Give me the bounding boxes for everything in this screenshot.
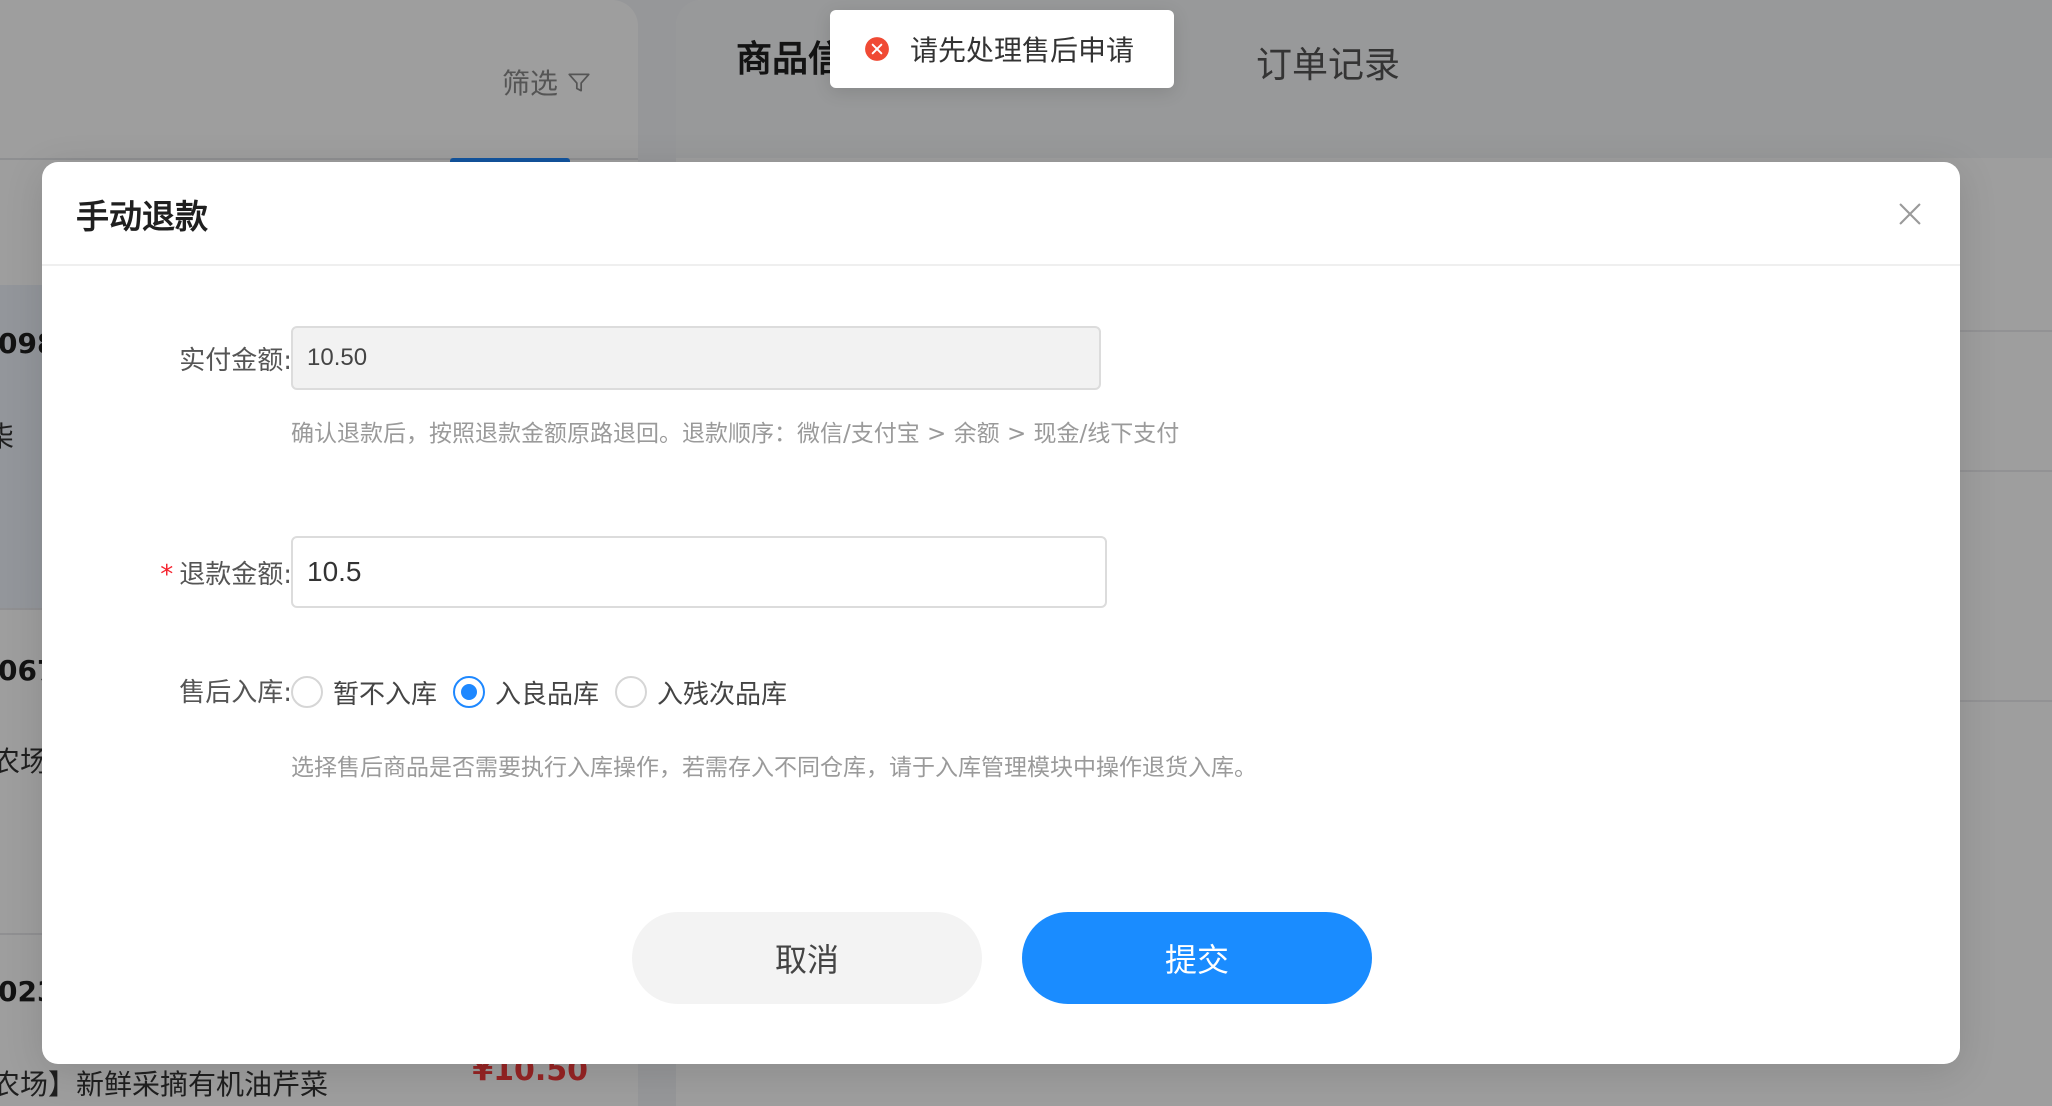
close-button[interactable]	[1894, 198, 1926, 230]
refund-amount-label-text: 退款金额:	[179, 560, 292, 590]
radio-label: 入残次品库	[657, 679, 788, 710]
radio-defective-stock[interactable]: 入残次品库	[615, 674, 787, 711]
radio-label: 暂不入库	[333, 679, 438, 710]
after-sale-stock-label: 售后入库:	[179, 678, 292, 708]
cancel-button[interactable]: 取消	[632, 912, 982, 1004]
after-sale-stock-hint: 选择售后商品是否需要执行入库操作，若需存入不同仓库，请于入库管理模块中操作退货入…	[291, 755, 1257, 781]
error-toast: 请先处理售后申请	[830, 10, 1174, 88]
close-icon	[1899, 203, 1921, 225]
app-screen: 筛选 098 柒 0678 农场】 0235 农场】新鲜采摘有机油芹菜 ¥10.…	[0, 0, 2052, 1106]
required-mark: *	[160, 560, 174, 590]
after-sale-stock-radio-group: 暂不入库 入良品库 入残次品库	[291, 672, 803, 712]
manual-refund-dialog: 手动退款 实付金额: 10.50 确认退款后，按照退款金额原路退回。退款顺序：微…	[42, 162, 1960, 1064]
radio-label: 入良品库	[495, 679, 600, 710]
dialog-header: 手动退款	[42, 162, 1960, 266]
refund-amount-input[interactable]	[291, 536, 1107, 608]
radio-circle-selected	[453, 676, 486, 708]
radio-circle	[291, 676, 323, 708]
dialog-title: 手动退款	[76, 197, 208, 236]
paid-amount-label: 实付金额:	[179, 346, 292, 376]
error-circle-icon	[865, 37, 889, 61]
refund-amount-label: * 退款金额:	[82, 554, 292, 591]
paid-amount-hint: 确认退款后，按照退款金额原路退回。退款顺序：微信/支付宝 > 余额 > 现金/线…	[291, 421, 1180, 447]
toast-message: 请先处理售后申请	[910, 34, 1135, 67]
radio-no-stock[interactable]: 暂不入库	[291, 674, 437, 711]
submit-button[interactable]: 提交	[1022, 912, 1372, 1004]
radio-good-stock[interactable]: 入良品库	[453, 674, 599, 711]
radio-circle	[615, 676, 648, 708]
paid-amount-field: 10.50	[291, 326, 1101, 390]
